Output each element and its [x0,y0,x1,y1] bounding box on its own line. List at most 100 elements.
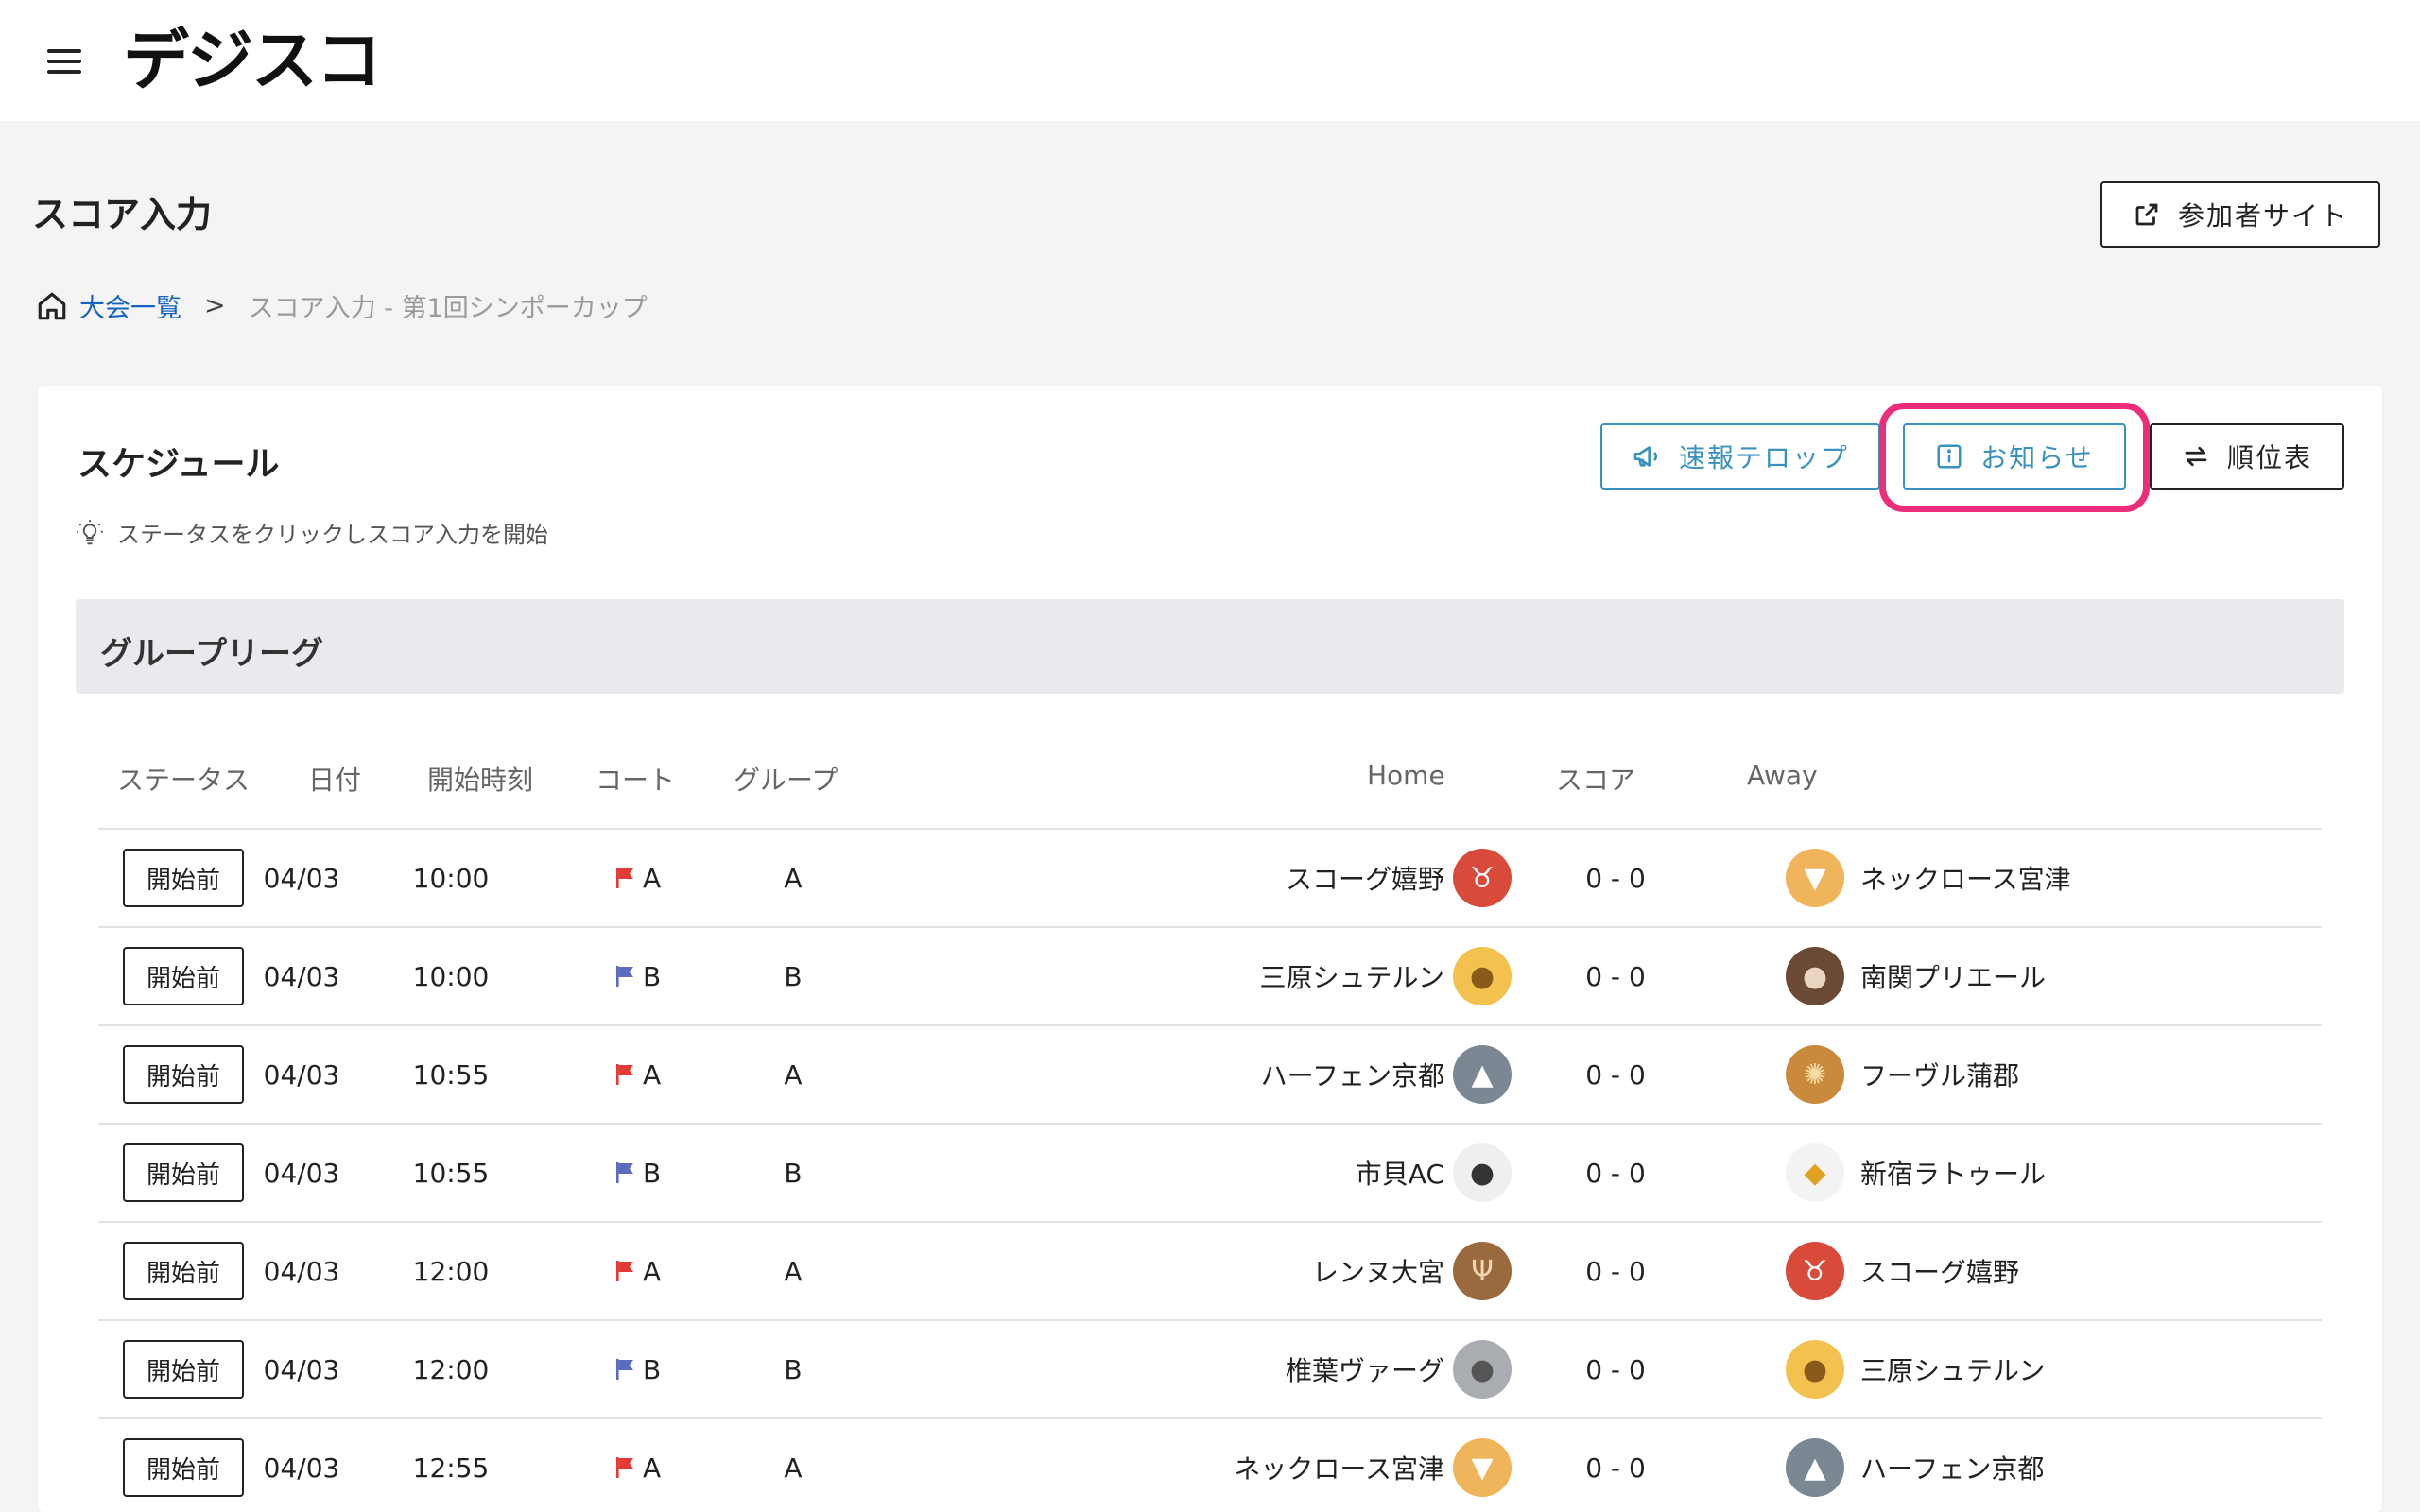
column-header-away: Away [1747,760,1818,791]
status-button[interactable]: 開始前 [123,1242,244,1300]
court-flag-icon [616,1261,633,1281]
home-team-emblem: ● [1452,928,1512,1024]
standings-button[interactable]: 順位表 [2150,423,2344,490]
status-button[interactable]: 開始前 [123,1438,244,1497]
table-row: 開始前 04/03 10:55 B B 市貝AC ● 0 - 0 ◆ 新宿ラトゥ… [98,1125,2322,1223]
home-team: レンヌ大宮 [1311,1257,1444,1288]
court-flag-icon [616,1064,633,1085]
column-header-court: コート [596,765,676,796]
away-team: ネックロース宮津 [1860,864,2071,895]
page-title: スコア入力 [32,194,213,235]
match-court: A [614,1223,728,1319]
swap-arrows-icon [2185,446,2207,467]
match-score: 0 - 0 [1585,960,1646,992]
lion-icon: ✺ [1786,1045,1844,1104]
match-score: 0 - 0 [1585,1157,1646,1189]
schedule-hint-text: ステータスをクリックしスコア入力を開始 [117,522,548,548]
match-score: 0 - 0 [1585,1255,1646,1287]
home-icon[interactable] [36,290,68,322]
home-team: 椎葉ヴァーグ [1285,1355,1444,1386]
court-flag-icon [616,1457,633,1478]
court-flag-icon [616,1359,633,1380]
top-bar: デジスコ [0,0,2420,121]
koala-icon: ● [1453,1340,1512,1399]
status-button[interactable]: 開始前 [123,1340,244,1399]
court-label: A [643,1255,662,1287]
schedule-card: スケジュール ステータスをクリックしスコア入力を開始 速報テロップ お知らせ 順… [38,386,2382,1512]
lightbulb-icon [77,519,103,544]
app-logo[interactable]: デジスコ [123,25,382,96]
home-team-emblem: ♉ [1452,830,1512,926]
match-date: 04/03 [263,1353,340,1385]
match-date: 04/03 [263,1452,340,1484]
home-team: ハーフェン京都 [1260,1060,1444,1091]
table-row: 開始前 04/03 10:00 B B 三原シュテルン ● 0 - 0 ● 南関… [98,928,2322,1026]
home-team: ネックロース宮津 [1234,1453,1444,1485]
status-button[interactable]: 開始前 [123,947,244,1005]
notice-button[interactable]: お知らせ [1903,423,2126,490]
home-team-emblem: ▼ [1452,1419,1512,1512]
table-row: 開始前 04/03 10:00 A A スコーグ嬉野 ♉ 0 - 0 ▼ ネック… [98,830,2322,928]
column-header-status: ステータス [117,765,251,796]
breadcrumb-separator: > [204,291,226,320]
deer-icon: Ψ [1453,1242,1512,1300]
match-time: 10:00 [412,862,490,894]
match-time: 12:00 [412,1353,490,1385]
breadcrumb-tournaments-link[interactable]: 大会一覧 [79,287,182,324]
breadcrumb: 大会一覧 > スコア入力 - 第1回シンポーカップ [36,287,648,324]
hamburger-menu-icon[interactable] [47,49,81,74]
telop-button[interactable]: 速報テロップ [1600,423,1880,490]
column-header-date: 日付 [308,765,362,796]
match-court: A [614,1419,728,1512]
table-row: 開始前 04/03 12:55 A A ネックロース宮津 ▼ 0 - 0 ▲ ハ… [98,1419,2322,1512]
status-button[interactable]: 開始前 [123,1045,244,1104]
away-team-emblem: ✺ [1785,1026,1845,1123]
away-team-emblem: ● [1785,928,1845,1024]
wolf-icon: ▲ [1786,1438,1844,1497]
giraffe-icon: ● [1786,1340,1844,1399]
table-row: 開始前 04/03 12:00 B B 椎葉ヴァーグ ● 0 - 0 ● 三原シ… [98,1321,2322,1419]
home-team-emblem: ● [1452,1321,1512,1418]
status-button[interactable]: 開始前 [123,849,244,907]
standings-button-label: 順位表 [2226,442,2312,473]
bear-icon: ● [1786,947,1844,1005]
external-link-icon [2135,203,2158,226]
group-league-title: グループリーグ [100,635,323,673]
schedule-title: スケジュール [78,445,280,484]
match-group: A [784,1452,803,1484]
table-row: 開始前 04/03 12:00 A A レンヌ大宮 Ψ 0 - 0 ♉ スコーグ… [98,1223,2322,1321]
match-date: 04/03 [263,862,340,894]
participant-site-button[interactable]: 参加者サイト [2100,181,2380,248]
match-date: 04/03 [263,1058,340,1091]
bull-icon: ♉ [1453,849,1512,907]
notice-button-label: お知らせ [1980,442,2094,473]
match-score: 0 - 0 [1585,862,1646,894]
match-group: A [784,1255,803,1287]
away-team-emblem: ♉ [1785,1223,1845,1319]
match-time: 10:55 [412,1058,490,1091]
court-label: B [643,1353,662,1385]
match-date: 04/03 [263,960,340,992]
away-team: ハーフェン京都 [1860,1453,2045,1485]
schedule-hint: ステータスをクリックしスコア入力を開始 [76,516,548,549]
bull-icon: ♉ [1786,1242,1844,1300]
group-league-header: グループリーグ [76,599,2344,694]
match-date: 04/03 [263,1157,340,1189]
court-label: B [643,1157,662,1189]
match-court: A [614,1026,728,1123]
participant-site-label: 参加者サイト [2177,200,2348,232]
away-team: 新宿ラトゥール [1860,1159,2047,1190]
status-button[interactable]: 開始前 [123,1143,244,1202]
away-team: フーヴル蒲郡 [1860,1060,2020,1091]
column-header-home: Home [1367,760,1445,791]
wolf-icon: ▲ [1453,1045,1512,1104]
column-header-time: 開始時刻 [427,765,534,796]
column-header-score: スコア [1556,765,1636,796]
match-group: A [784,1058,803,1091]
court-label: B [643,960,662,992]
court-flag-icon [616,1162,633,1183]
match-time: 10:00 [412,960,490,992]
home-team: 市貝AC [1355,1159,1444,1190]
home-team-emblem: ▲ [1452,1026,1512,1123]
match-score: 0 - 0 [1585,1452,1646,1484]
